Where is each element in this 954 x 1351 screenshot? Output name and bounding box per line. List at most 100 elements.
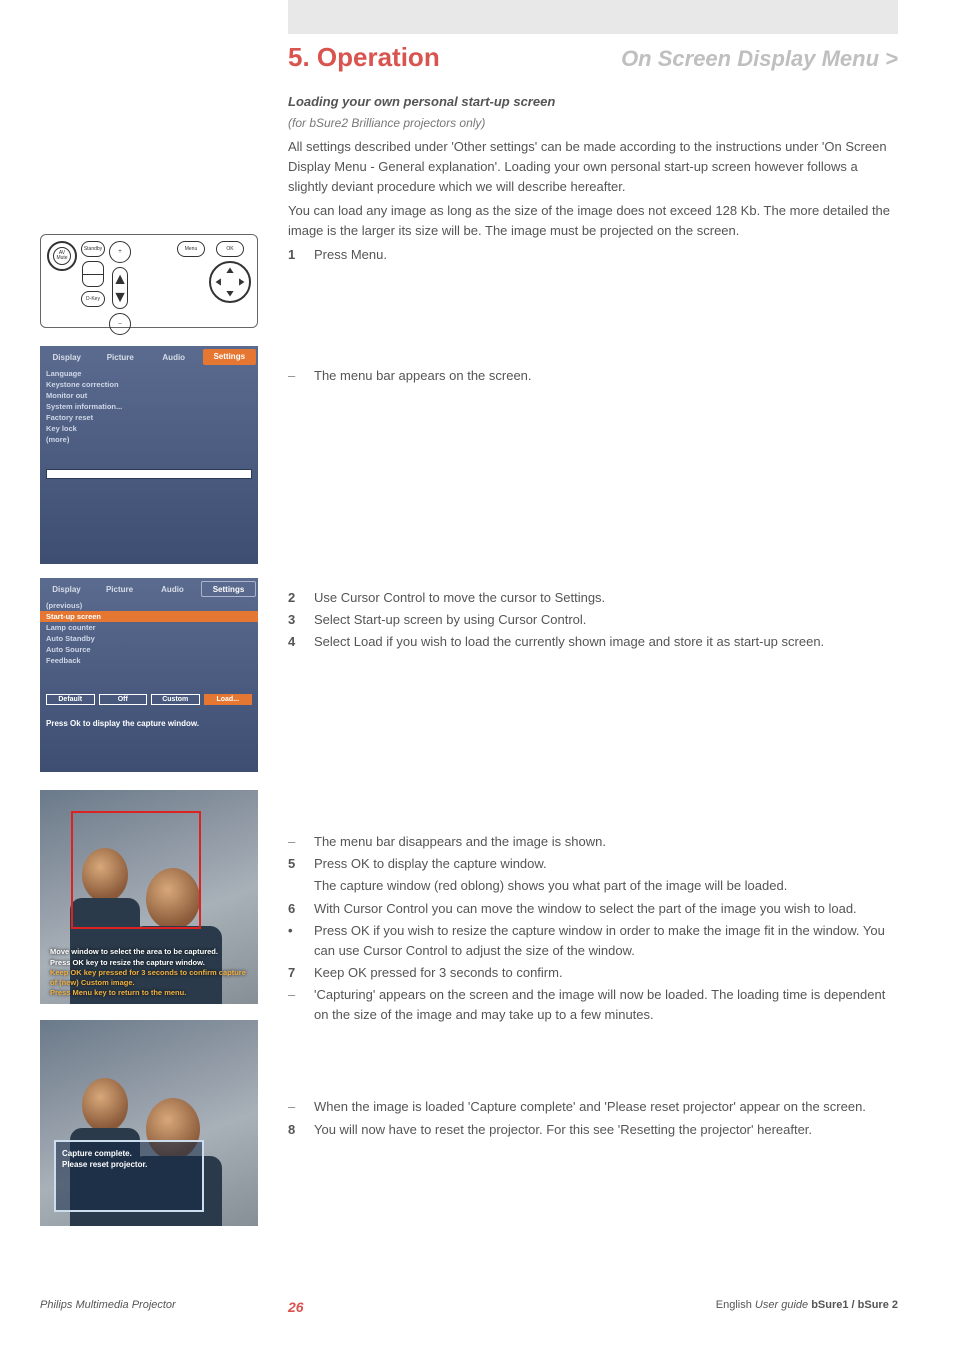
dkey-button-icon: D-Key xyxy=(81,291,105,307)
step-number: 6 xyxy=(288,899,300,919)
section-subtitle: On Screen Display Menu > xyxy=(621,46,898,72)
figure-remote: AV Mute Standby D-Key + ▲▼ – Menu OK xyxy=(40,234,258,328)
step-7: 7 Keep OK pressed for 3 seconds to confi… xyxy=(288,963,898,983)
note-text: The menu bar appears on the screen. xyxy=(314,366,898,386)
note-text: The menu bar disappears and the image is… xyxy=(314,832,898,852)
section-number-title: 5. Operation xyxy=(288,42,440,73)
step-4: 4 Select Load if you wish to load the cu… xyxy=(288,632,898,652)
step-6: 6 With Cursor Control you can move the w… xyxy=(288,899,898,919)
footer-right: English User guide bSure1 / bSure 2 xyxy=(716,1299,898,1311)
dash-marker: – xyxy=(288,985,300,1025)
osd-item: Factory reset xyxy=(40,412,258,423)
footer-left: Philips Multimedia Projector xyxy=(40,1299,176,1311)
step-text: The capture window (red oblong) shows yo… xyxy=(314,876,898,896)
page-footer: Philips Multimedia Projector 26 English … xyxy=(40,1299,898,1311)
standby-button-icon: Standby xyxy=(81,241,105,257)
step-text: Press OK to display the capture window. xyxy=(314,854,898,874)
osd-option-off: Off xyxy=(99,694,148,705)
step-number: 5 xyxy=(288,854,300,874)
dash-marker: – xyxy=(288,366,300,386)
step-5b: The capture window (red oblong) shows yo… xyxy=(288,876,898,896)
photo-child-icon xyxy=(82,1078,128,1132)
step-text: You will now have to reset the projector… xyxy=(314,1120,898,1140)
step-bullet: • Press OK if you wish to resize the cap… xyxy=(288,921,898,961)
step-text: Keep OK pressed for 3 seconds to confirm… xyxy=(314,963,898,983)
capture-window-outline xyxy=(71,811,202,929)
osd-value-bar xyxy=(46,469,252,479)
step-number: 7 xyxy=(288,963,300,983)
note-text: When the image is loaded 'Capture comple… xyxy=(314,1097,898,1117)
step-text: Select Start-up screen by using Cursor C… xyxy=(314,610,898,630)
osd-tab-display: Display xyxy=(40,353,94,362)
header-grey-bar xyxy=(288,0,898,34)
intro-paragraph-1: All settings described under 'Other sett… xyxy=(288,137,898,197)
page-header: 5. Operation On Screen Display Menu > xyxy=(288,42,898,73)
capture-overlay-text: Move window to select the area to be cap… xyxy=(50,947,248,998)
osd-item: Auto Source xyxy=(40,644,258,655)
bullet-marker: • xyxy=(288,921,300,961)
osd-option-load: Load... xyxy=(204,694,253,705)
osd-item: (previous) xyxy=(40,600,258,611)
note-text: 'Capturing' appears on the screen and th… xyxy=(314,985,898,1025)
menu-button-icon: Menu xyxy=(177,241,205,257)
osd-tab-picture: Picture xyxy=(94,353,148,362)
ok-button-icon: OK xyxy=(216,241,244,257)
step-number: 1 xyxy=(288,245,300,265)
osd-item-selected: Start-up screen xyxy=(40,611,258,622)
figure-osd-settings-2: Display Picture Audio Settings (previous… xyxy=(40,578,258,772)
step-text: With Cursor Control you can move the win… xyxy=(314,899,898,919)
step-text: Press Menu. xyxy=(314,245,898,265)
osd-item: Monitor out xyxy=(40,390,258,401)
step-3: 3 Select Start-up screen by using Cursor… xyxy=(288,610,898,630)
volume-rocker-icon: ▲▼ xyxy=(112,267,128,309)
step-8: 8 You will now have to reset the project… xyxy=(288,1120,898,1140)
subsection-title: Loading your own personal start-up scree… xyxy=(288,92,898,112)
step-2: 2 Use Cursor Control to move the cursor … xyxy=(288,588,898,608)
step-5: 5 Press OK to display the capture window… xyxy=(288,854,898,874)
step-number: 4 xyxy=(288,632,300,652)
step-number: 3 xyxy=(288,610,300,630)
osd-item: (more) xyxy=(40,434,258,445)
figure-capture-window: Move window to select the area to be cap… xyxy=(40,790,258,1004)
osd-item: Keystone correction xyxy=(40,379,258,390)
osd-item: Lamp counter xyxy=(40,622,258,633)
step-number: 8 xyxy=(288,1120,300,1140)
step-1: 1 Press Menu. xyxy=(288,245,898,265)
osd-option-default: Default xyxy=(46,694,95,705)
minus-button-icon: – xyxy=(109,313,131,335)
step-number: 2 xyxy=(288,588,300,608)
note-menu-appears: – The menu bar appears on the screen. xyxy=(288,366,898,386)
subsection-subtitle: (for bSure2 Brilliance projectors only) xyxy=(288,114,898,133)
dash-marker: – xyxy=(288,832,300,852)
cursor-dpad-icon xyxy=(209,261,251,303)
osd-item: System information... xyxy=(40,401,258,412)
osd-hint: Press Ok to display the capture window. xyxy=(46,719,252,728)
osd-tab-audio: Audio xyxy=(147,353,201,362)
osd-item: Auto Standby xyxy=(40,633,258,644)
intro-paragraph-2: You can load any image as long as the si… xyxy=(288,201,898,241)
figure-capture-complete: Capture complete. Please reset projector… xyxy=(40,1020,258,1226)
plus-button-icon: + xyxy=(109,241,131,263)
osd-tab-settings: Settings xyxy=(203,349,257,365)
page-number: 26 xyxy=(288,1299,304,1315)
capture-complete-dialog: Capture complete. Please reset projector… xyxy=(54,1140,204,1212)
step-number xyxy=(288,876,300,896)
note-capturing: – 'Capturing' appears on the screen and … xyxy=(288,985,898,1025)
step-text: Use Cursor Control to move the cursor to… xyxy=(314,588,898,608)
osd-item: Key lock xyxy=(40,423,258,434)
step-text: Press OK if you wish to resize the captu… xyxy=(314,921,898,961)
osd-tab-audio: Audio xyxy=(146,585,199,594)
figure-osd-settings-1: Display Picture Audio Settings Language … xyxy=(40,346,258,564)
dash-marker: – xyxy=(288,1097,300,1117)
note-menu-disappears: – The menu bar disappears and the image … xyxy=(288,832,898,852)
main-content: Loading your own personal start-up scree… xyxy=(288,92,898,1142)
osd-item: Feedback xyxy=(40,655,258,666)
osd-item: Language xyxy=(40,368,258,379)
osd-tab-display: Display xyxy=(40,585,93,594)
note-capture-complete: – When the image is loaded 'Capture comp… xyxy=(288,1097,898,1117)
osd-tab-settings: Settings xyxy=(201,581,256,597)
osd-option-custom: Custom xyxy=(151,694,200,705)
av-mute-button-icon: AV Mute xyxy=(47,241,77,271)
osd-tab-picture: Picture xyxy=(93,585,146,594)
step-text: Select Load if you wish to load the curr… xyxy=(314,632,898,652)
